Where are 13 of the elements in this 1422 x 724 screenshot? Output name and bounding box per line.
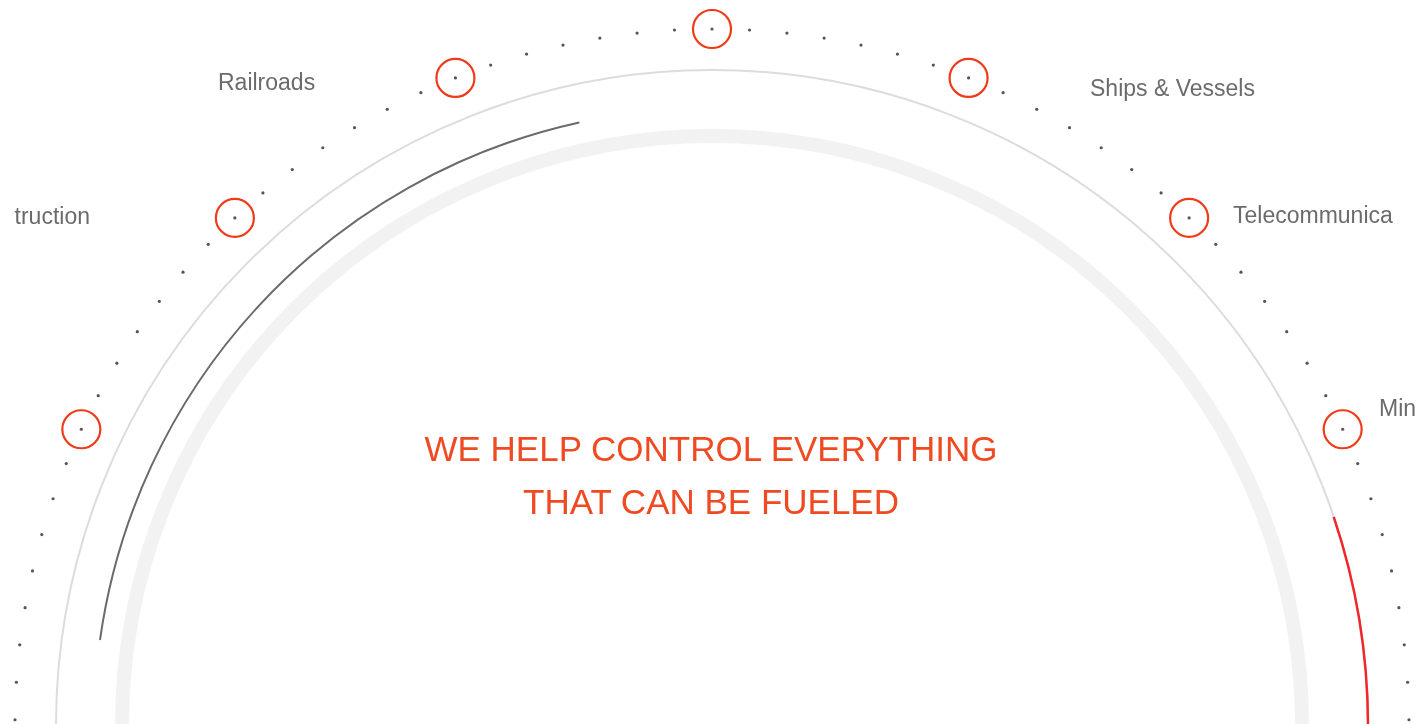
- sector-label: Min: [1379, 394, 1417, 423]
- marker-ring: [1169, 197, 1210, 238]
- sector-label: Ships & Vessels: [1090, 74, 1255, 103]
- sector-label: Telecommunica: [1233, 201, 1393, 230]
- headline: WE HELP CONTROL EVERYTHING THAT CAN BE FUELED: [423, 428, 999, 523]
- marker-ring: [948, 57, 989, 99]
- marker-ring: [1322, 409, 1363, 450]
- marker-ring: [691, 8, 733, 50]
- marker-ring: [61, 409, 102, 450]
- marker-ring: [214, 197, 255, 238]
- sector-label: Railroads: [218, 68, 316, 97]
- sector-label: truction: [14, 202, 90, 231]
- marker-ring: [435, 57, 476, 99]
